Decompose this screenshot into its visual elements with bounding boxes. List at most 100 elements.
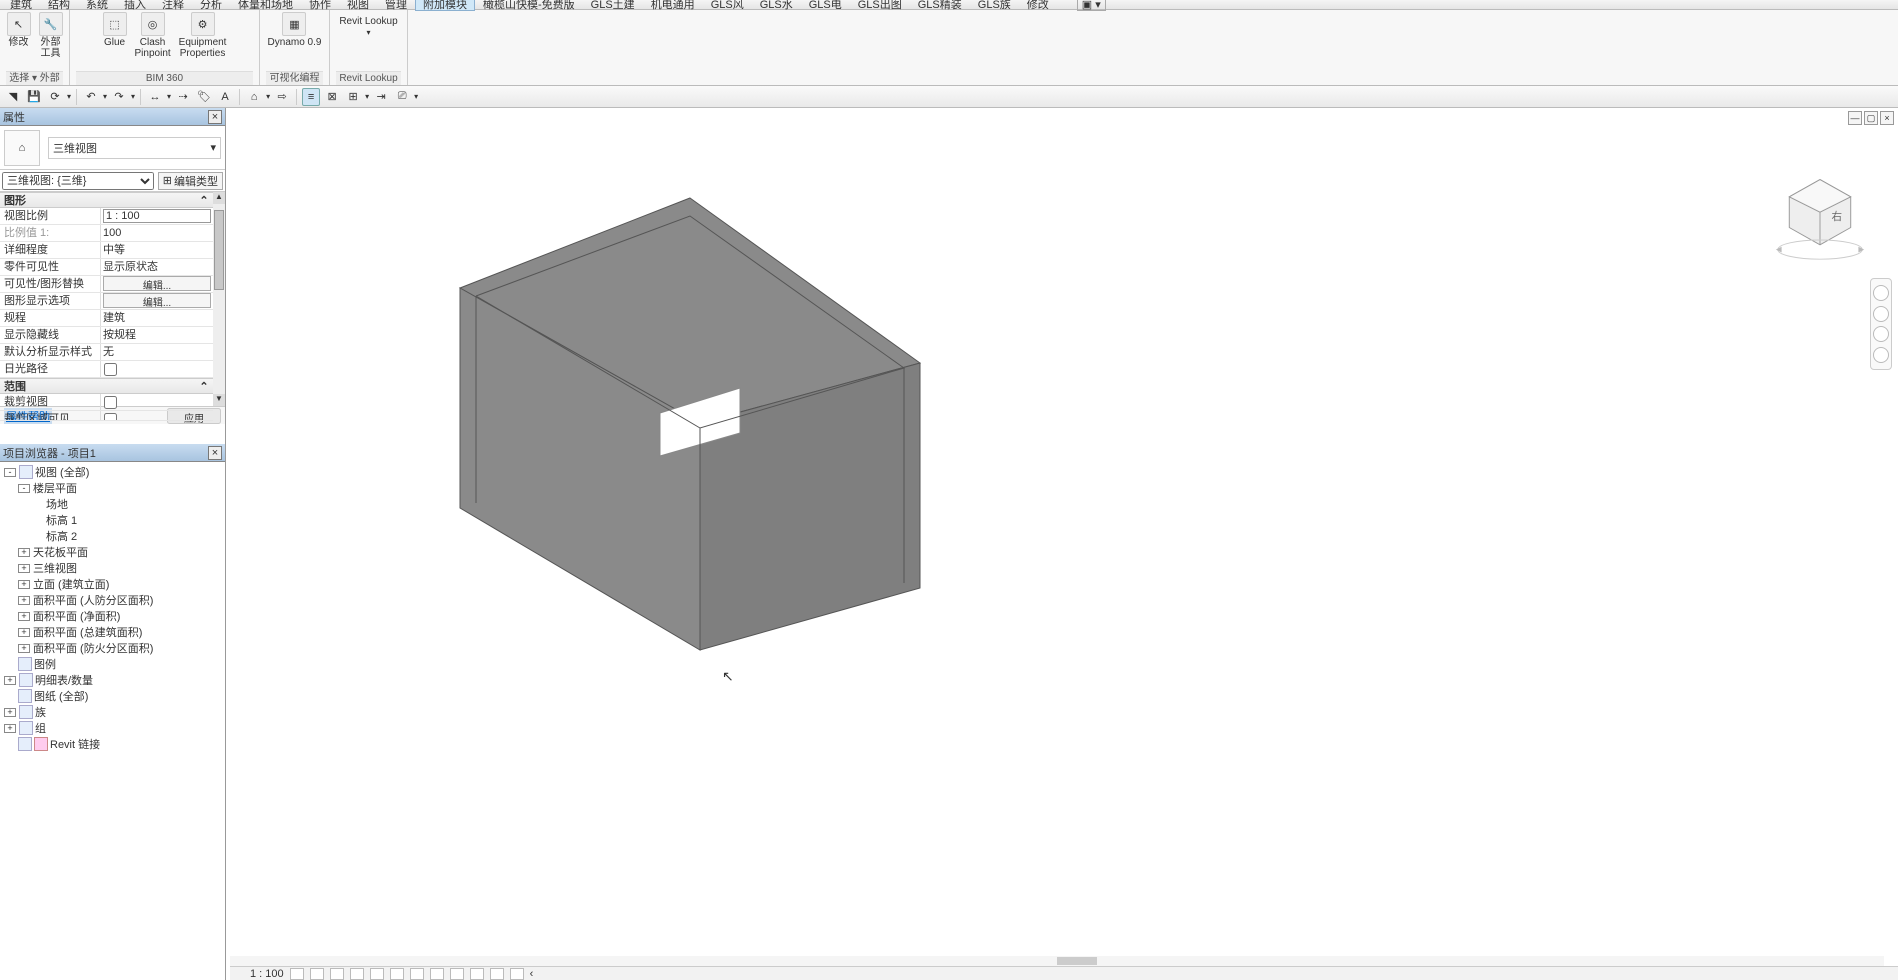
qat-redo-icon[interactable]: ↷ <box>110 88 128 106</box>
tree-node[interactable]: +天花板平面 <box>0 544 225 560</box>
qat-text-icon[interactable]: A <box>216 88 234 106</box>
expand-icon[interactable]: + <box>18 628 30 637</box>
equipment-button[interactable]: ⚙Equipment Properties <box>179 12 227 59</box>
collapse-icon[interactable]: ⌃ <box>199 380 209 393</box>
clash-button[interactable]: ◎Clash Pinpoint <box>135 12 171 59</box>
prop-value[interactable]: 显示原状态 <box>100 259 213 275</box>
menu-item[interactable]: 修改 <box>1019 0 1057 10</box>
scroll-down-icon[interactable]: ▼ <box>213 394 225 406</box>
tree-node[interactable]: 标高 2 <box>0 528 225 544</box>
vcb-icon[interactable] <box>430 968 444 980</box>
horizontal-scrollbar[interactable] <box>230 956 1884 966</box>
tree-node[interactable]: 图纸 (全部) <box>0 688 225 704</box>
nav-orbit-icon[interactable] <box>1873 347 1889 363</box>
menu-item[interactable]: GLS电 <box>801 0 850 10</box>
nav-pan-icon[interactable] <box>1873 306 1889 322</box>
vcb-icon[interactable] <box>390 968 404 980</box>
tree-node[interactable]: 图例 <box>0 656 225 672</box>
tree-node[interactable]: -楼层平面 <box>0 480 225 496</box>
tree-node[interactable]: +组 <box>0 720 225 736</box>
menu-item[interactable]: GLS族 <box>970 0 1019 10</box>
nav-wheel-icon[interactable] <box>1873 285 1889 301</box>
tree-node[interactable]: 标高 1 <box>0 512 225 528</box>
vcb-icon[interactable] <box>470 968 484 980</box>
vcb-icon[interactable] <box>450 968 464 980</box>
qat-dropdown-icon[interactable]: ▾ <box>414 92 418 101</box>
tree-node[interactable]: +面积平面 (人防分区面积) <box>0 592 225 608</box>
panel-toggle-icon[interactable]: ▣ ▾ <box>1077 0 1106 11</box>
expand-icon[interactable]: + <box>18 564 30 573</box>
expand-icon[interactable]: + <box>18 644 30 653</box>
tree-node[interactable]: +三维视图 <box>0 560 225 576</box>
close-view-icon[interactable]: × <box>1880 111 1894 125</box>
vcb-icon[interactable] <box>350 968 364 980</box>
menu-item[interactable]: 机电通用 <box>643 0 703 10</box>
navigation-bar[interactable] <box>1870 278 1892 370</box>
qat-3d-icon[interactable]: ⌂ <box>245 88 263 106</box>
expand-icon[interactable]: + <box>18 548 30 557</box>
property-category[interactable]: 范围⌃ <box>0 378 213 394</box>
expand-icon[interactable]: + <box>18 612 30 621</box>
menu-item[interactable]: 注释 <box>154 0 192 10</box>
menu-item[interactable]: 分析 <box>192 0 230 10</box>
sun-path-checkbox[interactable] <box>104 363 117 376</box>
prop-value[interactable]: 建筑 <box>100 310 213 326</box>
modify-tool[interactable]: ↖修改 <box>7 12 31 48</box>
menu-item[interactable]: 橄榄山快模-免费版 <box>475 0 583 10</box>
tree-node[interactable]: -视图 (全部) <box>0 464 225 480</box>
vcb-icon[interactable] <box>370 968 384 980</box>
tree-node[interactable]: +立面 (建筑立面) <box>0 576 225 592</box>
vcb-icon[interactable] <box>310 968 324 980</box>
close-icon[interactable]: × <box>208 446 222 460</box>
menu-item[interactable]: 视图 <box>339 0 377 10</box>
qat-manage-icon[interactable]: ⇥ <box>372 88 390 106</box>
menu-item[interactable]: GLS精装 <box>910 0 970 10</box>
scale-display[interactable]: 1 : 100 <box>250 968 284 980</box>
instance-select[interactable]: 三维视图: {三维} <box>2 172 154 190</box>
menu-item[interactable]: 管理 <box>377 0 415 10</box>
view-scale-input[interactable] <box>103 209 211 223</box>
prop-value[interactable]: 无 <box>100 344 213 360</box>
collapse-icon[interactable]: ⌃ <box>199 194 209 207</box>
browser-titlebar[interactable]: 项目浏览器 - 项目1 × <box>0 444 225 462</box>
qat-close-hidden-icon[interactable]: ⊠ <box>323 88 341 106</box>
qat-sync-icon[interactable]: ⟳ <box>46 88 64 106</box>
crop-visible-checkbox[interactable] <box>104 413 117 421</box>
model-3d[interactable] <box>390 188 990 728</box>
qat-open-icon[interactable]: ◥ <box>4 88 22 106</box>
menu-item[interactable]: 插入 <box>116 0 154 10</box>
tree-node[interactable]: +族 <box>0 704 225 720</box>
qat-save-icon[interactable]: 💾 <box>25 88 43 106</box>
expand-icon[interactable]: + <box>18 580 30 589</box>
tree-node[interactable]: +面积平面 (防火分区面积) <box>0 640 225 656</box>
qat-thin-lines-icon[interactable]: ≡ <box>302 88 320 106</box>
properties-scrollbar[interactable]: ▲ ▼ <box>213 192 225 406</box>
glue-button[interactable]: ⬚Glue <box>103 12 127 48</box>
tree-node[interactable]: +面积平面 (净面积) <box>0 608 225 624</box>
qat-tag-icon[interactable]: 🏷 <box>195 88 213 106</box>
qat-undo-icon[interactable]: ↶ <box>82 88 100 106</box>
scroll-thumb[interactable] <box>214 210 224 290</box>
expand-icon[interactable]: + <box>18 596 30 605</box>
tree-node[interactable]: +明细表/数量 <box>0 672 225 688</box>
menu-item[interactable]: 结构 <box>40 0 78 10</box>
expand-icon[interactable]: + <box>4 676 16 685</box>
expand-icon[interactable]: + <box>4 708 16 717</box>
vcb-icon[interactable] <box>330 968 344 980</box>
maximize-view-icon[interactable]: ▢ <box>1864 111 1878 125</box>
prop-value[interactable]: 按规程 <box>100 327 213 343</box>
expand-icon[interactable]: - <box>4 468 16 477</box>
qat-align-icon[interactable]: ⇢ <box>174 88 192 106</box>
menu-item[interactable]: GLS土建 <box>583 0 643 10</box>
revit-lookup-button[interactable]: Revit Lookup▾ <box>339 12 397 37</box>
close-icon[interactable]: × <box>208 110 222 124</box>
menu-item[interactable]: GLS风 <box>703 0 752 10</box>
menu-item[interactable]: 体量和场地 <box>230 0 301 10</box>
menu-item[interactable]: GLS水 <box>752 0 801 10</box>
scroll-up-icon[interactable]: ▲ <box>213 192 225 204</box>
expand-icon[interactable]: + <box>4 724 16 733</box>
view-cube[interactable]: 右 <box>1772 168 1868 264</box>
crop-view-checkbox[interactable] <box>104 396 117 409</box>
edit-type-button[interactable]: ⊞编辑类型 <box>158 172 223 190</box>
expand-icon[interactable]: - <box>18 484 30 493</box>
